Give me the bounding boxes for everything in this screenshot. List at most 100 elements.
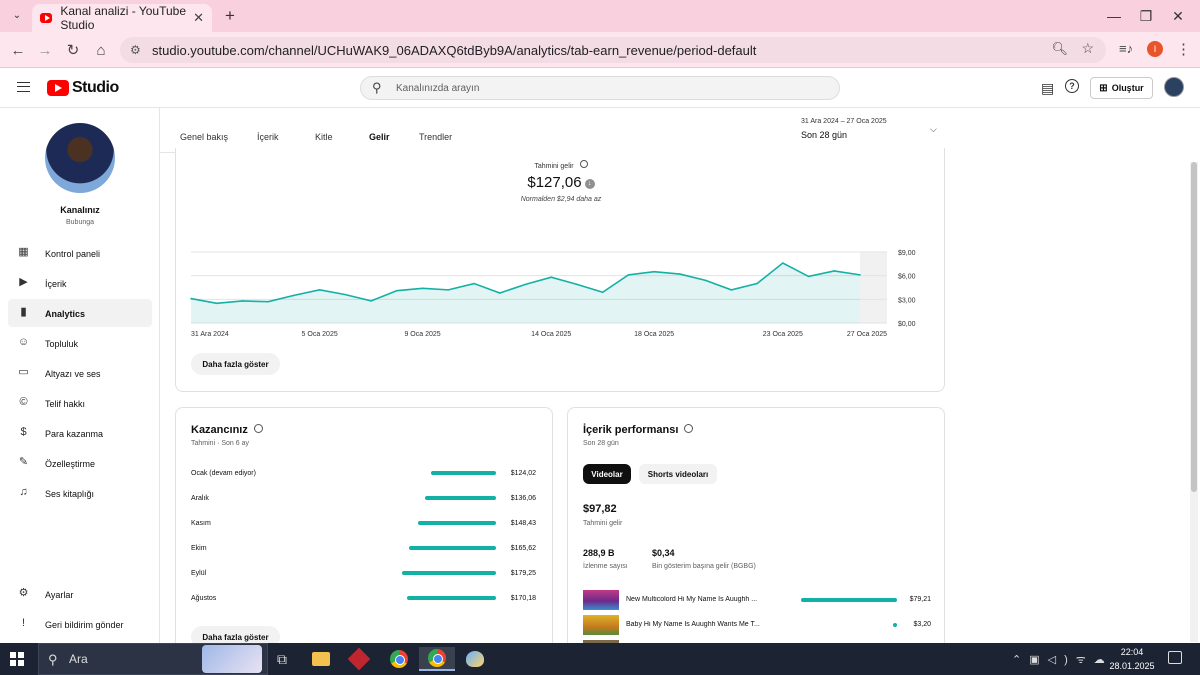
feedback-icon: !: [21, 617, 26, 629]
data-point: [421, 287, 424, 290]
sidebar-item-label: Ayarlar: [45, 590, 74, 600]
paint-icon[interactable]: [457, 647, 493, 671]
data-point: [267, 300, 269, 303]
studio-logo[interactable]: Studio: [47, 79, 119, 97]
data-point: [756, 282, 758, 285]
earnings-row: Eylül $179,25: [191, 568, 536, 580]
video-row[interactable]: Baby Hi My Name Is Auughh Wants Me T... …: [583, 615, 931, 635]
chrome-menu-icon[interactable]: ⋮: [1176, 40, 1191, 58]
sidebar-item-label: Topluluk: [45, 339, 79, 349]
video-thumbnail: [583, 590, 619, 610]
sidebar-item-subtitles[interactable]: ▭ Altyazı ve ses: [8, 359, 152, 387]
sidebar-item-audio-library[interactable]: ♫ Ses kitaplığı: [8, 479, 152, 507]
address-bar[interactable]: ⚙ studio.youtube.com/channel/UCHuWAK9_06…: [120, 37, 1106, 63]
task-view-icon[interactable]: ⧉: [264, 647, 300, 671]
app-icon[interactable]: [341, 647, 377, 671]
earnings-value: $148,43: [510, 520, 536, 527]
data-point: [653, 270, 655, 273]
tab-revenue[interactable]: Gelir: [369, 132, 390, 142]
video-revenue-bar: [801, 598, 897, 602]
reload-icon[interactable]: ↻: [63, 40, 83, 60]
channel-search-input[interactable]: ⚲ Kanalınızda arayın: [360, 76, 840, 100]
system-tray-icons[interactable]: ⌃▣◁)ᯤ☁: [1012, 652, 1113, 667]
home-icon[interactable]: ⌂: [91, 40, 111, 60]
data-point: [498, 292, 501, 294]
tab-trends[interactable]: Trendler: [419, 132, 452, 142]
video-row[interactable]: New Multicolord Hi My Name Is Auughh ...…: [583, 590, 931, 610]
bookmark-star-icon[interactable]: ☆: [1081, 40, 1094, 57]
x-tick-label: 9 Oca 2025: [404, 331, 440, 338]
sidebar-item-content[interactable]: ▶ İçerik: [8, 269, 152, 297]
data-point: [293, 294, 295, 297]
earnings-value: $136,06: [510, 495, 536, 502]
clock-time[interactable]: 22:04: [1112, 647, 1152, 657]
info-icon[interactable]: ↓: [584, 179, 595, 189]
data-point: [473, 282, 475, 285]
file-explorer-icon[interactable]: [303, 647, 339, 671]
scrollbar-thumb[interactable]: [1191, 162, 1197, 492]
show-more-button[interactable]: Daha fazla göster: [191, 353, 280, 375]
segment-shorts[interactable]: Shorts videoları: [639, 464, 717, 484]
revenue-label: Tahmini gelir: [534, 163, 574, 170]
notification-icon[interactable]: [1168, 651, 1182, 664]
video-revenue-value: $3,20: [913, 621, 931, 628]
zoom-icon[interactable]: 🔍︎: [1051, 41, 1068, 57]
restore-icon[interactable]: ❐: [1136, 6, 1156, 26]
customization-icon: ✎: [18, 456, 29, 468]
data-point: [627, 274, 630, 276]
sidebar-item-feedback[interactable]: ! Geri bildirim gönder: [8, 610, 152, 638]
sidebar-item-community[interactable]: ☺ Topluluk: [8, 329, 152, 357]
analytics-icon: ▮: [20, 306, 27, 318]
sidebar-item-label: Özelleştirme: [45, 459, 96, 469]
site-info-icon[interactable]: ⚙: [130, 43, 141, 57]
performance-title-row: İçerik performansı: [583, 424, 694, 436]
tab-content[interactable]: İçerik: [257, 132, 279, 142]
new-tab-button[interactable]: +: [220, 6, 240, 26]
create-button[interactable]: ⊞ Oluştur: [1090, 77, 1153, 99]
tab-overview[interactable]: Genel bakış: [180, 132, 228, 142]
minimize-icon[interactable]: —: [1104, 6, 1124, 26]
performance-subtitle: Son 28 gün: [583, 440, 619, 447]
profile-avatar[interactable]: I: [1147, 41, 1163, 57]
y-tick-label: $0,00: [898, 321, 916, 328]
chrome-icon[interactable]: [381, 647, 417, 671]
channel-avatar[interactable]: [45, 123, 115, 193]
close-window-icon[interactable]: ✕: [1168, 6, 1188, 26]
menu-icon[interactable]: [17, 82, 30, 92]
chrome-active-icon[interactable]: [419, 647, 455, 671]
sidebar-item-monetization[interactable]: $ Para kazanma: [8, 419, 152, 447]
search-highlight-image[interactable]: [202, 645, 262, 673]
close-tab-icon[interactable]: ✕: [193, 10, 204, 26]
y-tick-label: $3,00: [898, 297, 916, 304]
earnings-row: Kasım $148,43: [191, 518, 536, 530]
create-video-icon: ⊞: [1099, 82, 1108, 94]
create-label: Oluştur: [1111, 83, 1144, 93]
earnings-month: Ocak (devam ediyor): [191, 470, 256, 477]
clock-date[interactable]: 28.01.2025: [1104, 661, 1160, 671]
segment-videos[interactable]: Videolar: [583, 464, 631, 484]
sidebar-item-copyright[interactable]: © Telif hakkı: [8, 389, 152, 417]
browser-tab[interactable]: Kanal analizi - YouTube Studio ✕: [32, 4, 212, 32]
windows-start-icon[interactable]: [10, 652, 24, 666]
sidebar-item-analytics[interactable]: ▮ Analytics: [8, 299, 152, 327]
earnings-title: Kazancınız: [191, 424, 248, 436]
performance-title: İçerik performansı: [583, 424, 679, 436]
messages-icon[interactable]: ▤: [1041, 80, 1054, 97]
media-control-icon[interactable]: ≡♪: [1119, 41, 1133, 56]
channel-handle: Bubunga: [65, 219, 95, 226]
sidebar-item-settings[interactable]: ⚙ Ayarlar: [8, 580, 152, 608]
sidebar-item-label: Kontrol paneli: [45, 249, 101, 259]
back-icon[interactable]: ←: [8, 40, 28, 60]
analytics-tabs: Genel bakış İçerik Kitle Gelir Trendler …: [160, 108, 942, 153]
data-point: [679, 273, 681, 275]
tab-audience[interactable]: Kitle: [315, 132, 333, 142]
dashboard-icon: ▦: [18, 246, 29, 258]
forward-icon[interactable]: →: [35, 40, 55, 60]
account-avatar[interactable]: [1164, 77, 1184, 97]
tab-list-dropdown-icon[interactable]: ⌄: [8, 6, 26, 24]
sidebar-item-customization[interactable]: ✎ Özelleştirme: [8, 449, 152, 477]
help-icon[interactable]: ?: [1065, 79, 1079, 93]
audio-library-icon: ♫: [19, 486, 28, 498]
x-tick-label: 14 Oca 2025: [531, 331, 571, 338]
sidebar-item-dashboard[interactable]: ▦ Kontrol paneli: [8, 239, 152, 267]
